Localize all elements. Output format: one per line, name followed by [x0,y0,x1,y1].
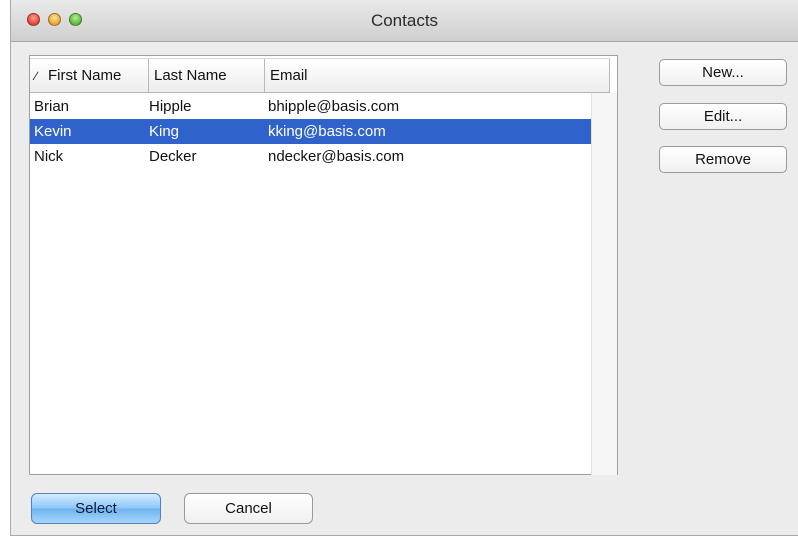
table-header: ∕ First Name Last Name Email [30,58,610,93]
table-row[interactable]: Nick Decker ndecker@basis.com [30,144,610,169]
window-title: Contacts [370,11,439,30]
column-header-first-name[interactable]: ∕ First Name [30,59,149,92]
cell-last-name: Decker [149,148,197,165]
cell-first-name: Nick [34,148,64,165]
column-header-label: Email [270,67,308,84]
contacts-window: Contacts ∕ First Name Last Name Email Bri… [10,0,798,536]
table-row-selected[interactable]: Kevin King kking@basis.com [30,119,610,144]
remove-contact-button[interactable]: Remove [659,146,787,173]
title-bar[interactable]: Contacts [11,0,798,42]
cell-last-name: Hipple [149,98,192,115]
column-header-label: Last Name [154,67,227,84]
contacts-table[interactable]: ∕ First Name Last Name Email Brian Hipple… [29,55,618,475]
new-contact-button[interactable]: New... [659,59,787,86]
column-header-last-name[interactable]: Last Name [149,59,265,92]
select-button[interactable]: Select [31,493,161,524]
cell-last-name: King [149,123,180,140]
cell-email: kking@basis.com [268,123,386,140]
sort-ascending-icon: ∕ [35,69,38,83]
cell-email: ndecker@basis.com [268,148,405,165]
vertical-scrollbar[interactable] [591,93,617,475]
cell-first-name: Kevin [34,123,72,140]
table-body: Brian Hipple bhipple@basis.com Kevin Kin… [30,94,610,169]
column-header-email[interactable]: Email [265,59,610,92]
column-header-label: First Name [48,67,122,84]
table-row[interactable]: Brian Hipple bhipple@basis.com [30,94,610,119]
edit-contact-button[interactable]: Edit... [659,103,787,130]
cancel-button[interactable]: Cancel [184,493,313,524]
cell-first-name: Brian [34,98,70,115]
cell-email: bhipple@basis.com [268,98,400,115]
